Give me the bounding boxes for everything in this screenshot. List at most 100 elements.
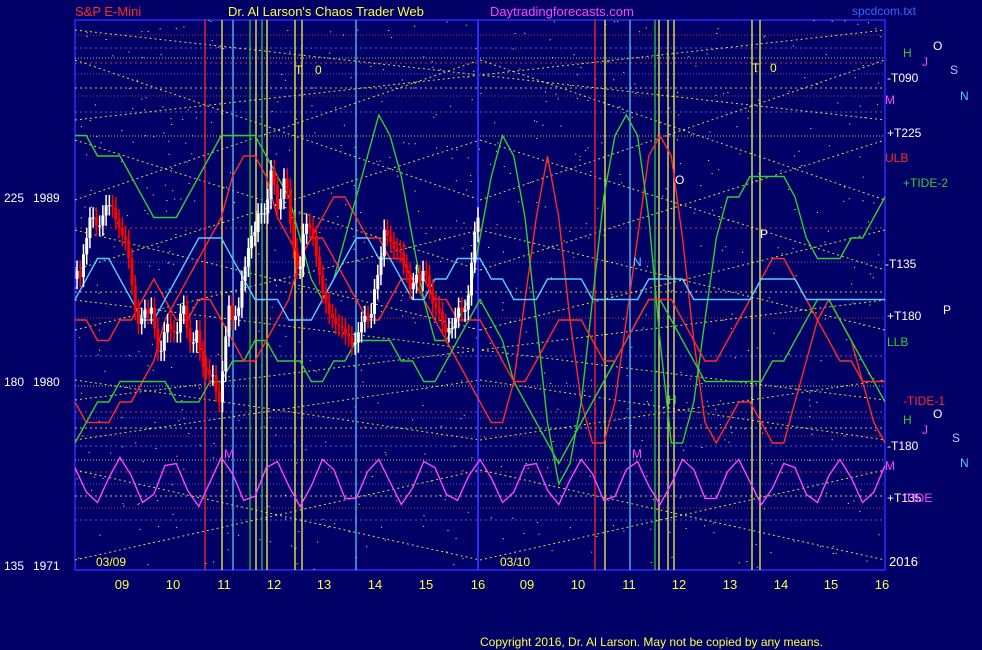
x-tick-label: 09 bbox=[115, 577, 129, 592]
right-label: LLB bbox=[887, 335, 908, 349]
price-body bbox=[385, 229, 389, 236]
right-label: H bbox=[903, 46, 912, 60]
fan-line bbox=[74, 29, 886, 121]
price-body bbox=[285, 178, 289, 189]
price-body bbox=[292, 223, 296, 249]
right-label: H bbox=[903, 413, 912, 427]
price-body bbox=[162, 332, 166, 351]
price-body bbox=[453, 317, 457, 329]
plot-letter: T bbox=[752, 61, 760, 75]
y-tick-angle: 135 bbox=[4, 559, 24, 573]
price-body bbox=[389, 235, 393, 243]
price-body bbox=[272, 170, 276, 185]
price-body bbox=[204, 367, 208, 370]
right-label: O bbox=[933, 39, 942, 53]
price-body bbox=[221, 371, 225, 402]
price-body bbox=[437, 307, 441, 312]
price-body bbox=[473, 231, 477, 263]
price-body bbox=[314, 235, 318, 257]
price-body bbox=[201, 350, 205, 368]
price-body bbox=[133, 285, 137, 310]
right-label: P bbox=[943, 303, 951, 317]
price-body bbox=[211, 375, 215, 377]
price-body bbox=[431, 289, 435, 304]
price-body bbox=[427, 274, 431, 290]
right-label: J bbox=[922, 423, 928, 437]
price-body bbox=[360, 322, 364, 333]
price-body bbox=[75, 270, 79, 279]
right-label: +T180 bbox=[887, 309, 922, 323]
y-tick-price: 1989 bbox=[33, 191, 60, 205]
price-body bbox=[78, 270, 82, 277]
price-body bbox=[143, 309, 147, 318]
price-body bbox=[94, 217, 98, 226]
x-tick-label: 15 bbox=[419, 577, 433, 592]
price-body bbox=[259, 213, 263, 215]
plot-letter: T bbox=[295, 63, 303, 77]
price-body bbox=[178, 313, 182, 333]
price-body bbox=[421, 270, 425, 282]
price-body bbox=[253, 231, 257, 236]
right-label: O bbox=[933, 407, 942, 421]
price-body bbox=[434, 303, 438, 308]
price-body bbox=[208, 369, 212, 376]
price-body bbox=[343, 328, 347, 335]
price-body bbox=[250, 235, 254, 249]
price-body bbox=[295, 248, 299, 269]
price-body bbox=[376, 274, 380, 290]
y-tick-price: 1971 bbox=[33, 559, 60, 573]
price-body bbox=[188, 328, 192, 343]
price-body bbox=[318, 256, 322, 275]
right-label: +TIDE-2 bbox=[903, 176, 948, 190]
x-tick-label: 12 bbox=[672, 577, 686, 592]
price-body bbox=[175, 332, 179, 334]
date-label: 03/10 bbox=[500, 555, 530, 569]
x-tick-label: 09 bbox=[520, 577, 534, 592]
price-body bbox=[243, 266, 247, 282]
price-body bbox=[237, 307, 241, 316]
price-body bbox=[305, 223, 309, 234]
right-label: TIDE bbox=[905, 491, 932, 505]
x-tick-label: 10 bbox=[571, 577, 585, 592]
price-body bbox=[356, 332, 360, 343]
x-tick-label: 12 bbox=[267, 577, 281, 592]
plot-letter: N bbox=[633, 255, 642, 269]
price-body bbox=[81, 254, 85, 277]
price-body bbox=[347, 334, 351, 337]
price-body bbox=[182, 305, 186, 314]
plot-letter: P bbox=[760, 227, 768, 241]
price-body bbox=[447, 328, 451, 333]
price-body bbox=[463, 309, 467, 312]
right-label: M bbox=[885, 459, 895, 473]
price-body bbox=[136, 309, 140, 325]
price-body bbox=[301, 233, 305, 267]
price-body bbox=[398, 250, 402, 253]
x-tick-label: 13 bbox=[317, 577, 331, 592]
price-body bbox=[460, 307, 464, 312]
price-body bbox=[172, 330, 176, 333]
price-body bbox=[337, 324, 341, 327]
price-body bbox=[227, 305, 231, 337]
price-body bbox=[408, 272, 412, 290]
price-body bbox=[195, 330, 199, 343]
price-body bbox=[279, 199, 283, 210]
price-body bbox=[382, 229, 386, 257]
price-body bbox=[85, 238, 89, 255]
price-body bbox=[169, 324, 173, 331]
plot-letter: H bbox=[668, 393, 677, 407]
copyright-notice: Copyright 2016, Dr. Al Larson. May not b… bbox=[480, 635, 823, 649]
plot-frame bbox=[74, 19, 886, 571]
y-tick-angle: 180 bbox=[4, 375, 24, 389]
price-body bbox=[269, 170, 273, 200]
price-body bbox=[415, 274, 419, 284]
x-tick-label: 11 bbox=[622, 577, 636, 592]
plot-letter: O bbox=[675, 173, 684, 187]
fan-line bbox=[74, 29, 886, 121]
right-label: N bbox=[960, 456, 969, 470]
price-body bbox=[240, 281, 244, 308]
price-body bbox=[88, 217, 92, 238]
price-body bbox=[185, 305, 189, 329]
price-body bbox=[457, 307, 461, 318]
right-label: ULB bbox=[885, 151, 908, 165]
price-body bbox=[140, 317, 144, 325]
